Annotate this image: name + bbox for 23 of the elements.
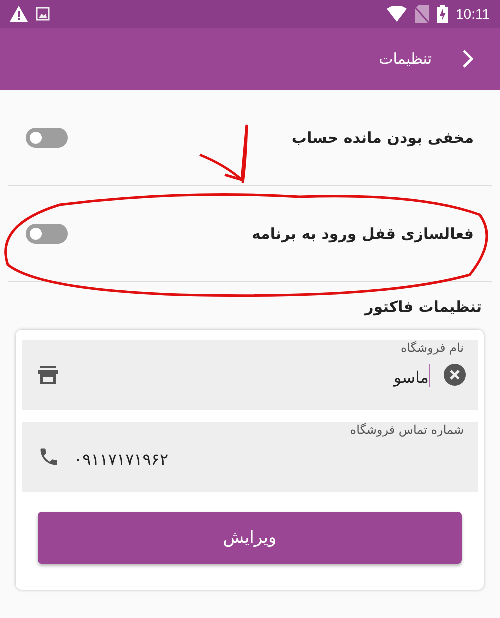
clear-icon[interactable] [444, 364, 466, 386]
text-field[interactable]: شماره تماس فروشگاه ۰۹۱۱۷۱۷۱۹۶۲ [22, 422, 478, 492]
status-time: 10:11 [456, 6, 490, 22]
field-value: ماسو [394, 364, 430, 386]
toggle-switch[interactable] [26, 224, 68, 244]
no-sim-icon [415, 5, 429, 23]
toggle-switch[interactable] [26, 128, 68, 148]
field-label: شماره تماس فروشگاه [350, 423, 464, 437]
section-title: تنظیمات فاکتور [364, 297, 483, 318]
edit-button[interactable]: ویرایش [38, 512, 462, 564]
field-label: نام فروشگاه [400, 341, 464, 355]
store-icon [38, 366, 58, 384]
battery-icon [437, 5, 448, 23]
setting-label: مخفی بودن مانده حساب [292, 128, 474, 146]
wifi-icon [387, 6, 407, 22]
text-field[interactable]: نام فروشگاه ماسو [22, 340, 478, 410]
warning-icon [10, 6, 28, 22]
field-value: ۰۹۱۱۷۱۷۱۹۶۲ [74, 448, 170, 468]
setting-label: فعالسازی قفل ورود به برنامه [252, 224, 474, 242]
image-icon [36, 7, 50, 21]
app-bar-title: تنظیمات [379, 50, 432, 68]
back-icon[interactable] [462, 49, 474, 69]
phone-icon [38, 446, 60, 468]
